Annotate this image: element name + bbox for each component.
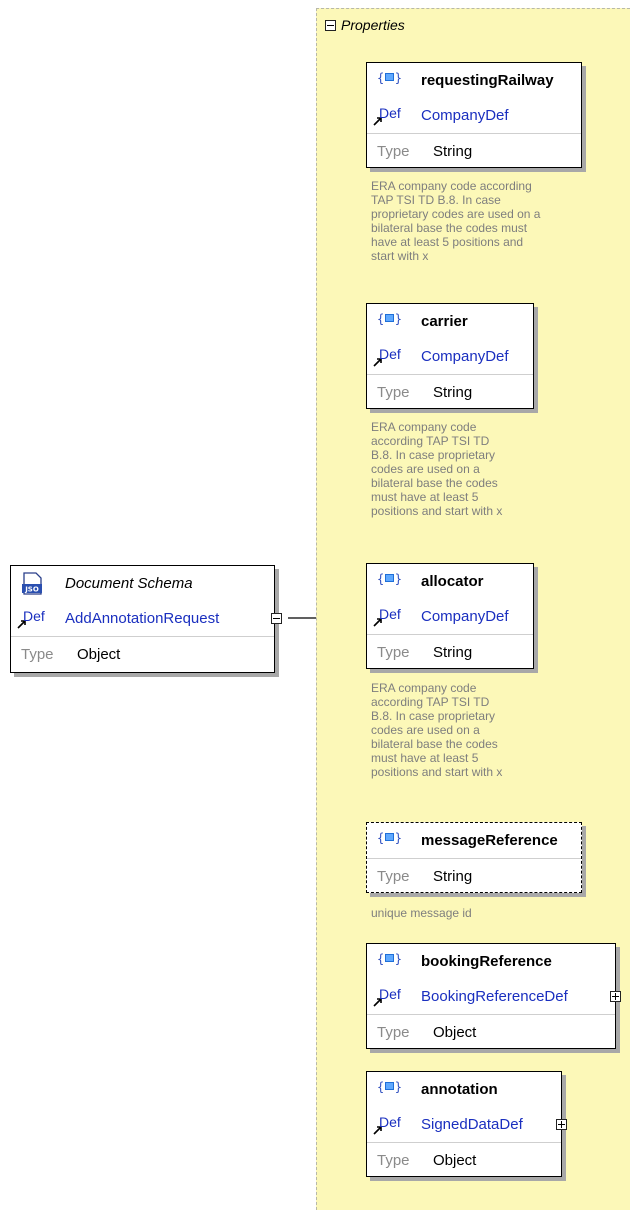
- property-node-bookingReference[interactable]: {} bookingReference Def BookingReference…: [366, 943, 621, 1049]
- type-value: String: [433, 644, 473, 661]
- property-node-allocator[interactable]: {} allocator Def CompanyDef Type String: [366, 563, 534, 669]
- root-title: Document Schema: [65, 575, 193, 592]
- root-type: Object: [77, 646, 121, 663]
- property-icon: {}: [377, 1080, 402, 1094]
- type-value: Object: [433, 1024, 477, 1041]
- type-value: String: [433, 143, 473, 160]
- property-name: requestingRailway: [421, 72, 554, 89]
- property-description: ERA company code according TAP TSI TD B.…: [371, 420, 503, 518]
- property-description: ERA company code according TAP TSI TD B.…: [371, 681, 503, 779]
- svg-text:JSO: JSO: [24, 586, 39, 594]
- type-label: Type: [21, 646, 54, 663]
- json-document-icon: JSO: [22, 572, 42, 595]
- def-link[interactable]: BookingReferenceDef: [421, 988, 568, 1005]
- property-icon: {}: [377, 572, 402, 586]
- def-link[interactable]: SignedDataDef: [421, 1116, 523, 1133]
- expand-icon[interactable]: [556, 1119, 567, 1130]
- property-icon: {}: [377, 952, 402, 966]
- properties-title: Properties: [341, 17, 405, 33]
- def-label: Def: [379, 1114, 401, 1130]
- collapse-icon[interactable]: [271, 613, 282, 624]
- properties-header: Properties: [325, 17, 405, 33]
- type-value: String: [433, 384, 473, 401]
- property-icon: {}: [377, 831, 402, 845]
- def-link[interactable]: CompanyDef: [421, 348, 509, 365]
- def-label: Def: [379, 346, 401, 362]
- type-value: Object: [433, 1152, 477, 1169]
- def-link[interactable]: CompanyDef: [421, 107, 509, 124]
- collapse-icon[interactable]: [325, 19, 336, 31]
- property-name: messageReference: [421, 832, 558, 849]
- property-name: bookingReference: [421, 953, 552, 970]
- property-description: unique message id: [371, 906, 472, 920]
- property-node-messageReference[interactable]: {} messageReference Type String: [366, 822, 582, 893]
- type-value: String: [433, 868, 473, 885]
- type-label: Type: [377, 143, 410, 160]
- type-label: Type: [377, 644, 410, 661]
- type-label: Type: [377, 384, 410, 401]
- root-node[interactable]: JSO Document Schema Def AddAnnotationReq…: [10, 565, 282, 673]
- property-name: carrier: [421, 313, 468, 330]
- def-label: Def: [379, 986, 401, 1002]
- property-icon: {}: [377, 312, 402, 326]
- def-label: Def: [379, 606, 401, 622]
- root-def-link[interactable]: AddAnnotationRequest: [65, 610, 219, 627]
- property-name: annotation: [421, 1081, 498, 1098]
- property-node-requestingRailway[interactable]: {} requestingRailway Def CompanyDef Type…: [366, 62, 582, 168]
- type-label: Type: [377, 1152, 410, 1169]
- property-node-annotation[interactable]: {} annotation Def SignedDataDef Type Obj…: [366, 1071, 567, 1177]
- def-label: Def: [23, 608, 45, 624]
- property-icon: {}: [377, 71, 402, 85]
- property-description: ERA company code according TAP TSI TD B.…: [371, 179, 541, 263]
- property-node-carrier[interactable]: {} carrier Def CompanyDef Type String: [366, 303, 534, 409]
- def-link[interactable]: CompanyDef: [421, 608, 509, 625]
- type-label: Type: [377, 868, 410, 885]
- expand-icon[interactable]: [610, 991, 621, 1002]
- type-label: Type: [377, 1024, 410, 1041]
- property-name: allocator: [421, 573, 484, 590]
- def-label: Def: [379, 105, 401, 121]
